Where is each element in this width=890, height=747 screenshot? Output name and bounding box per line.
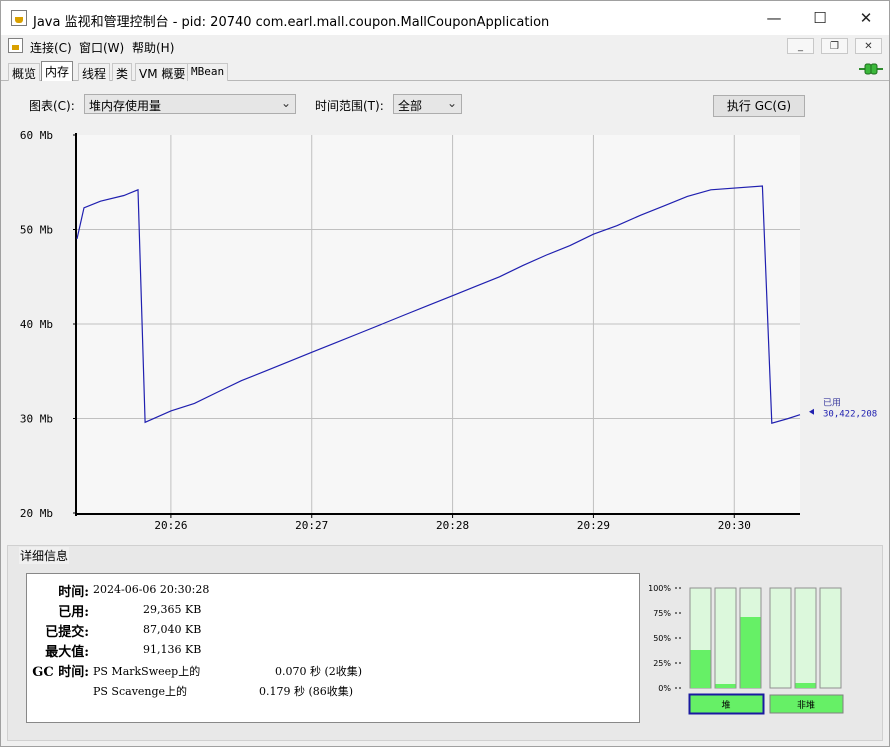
restore-icon: ❐ [830,40,839,52]
chevron-down-icon: ⌄ [280,96,291,110]
minimize-icon: _ [798,40,803,52]
committed-value: 87,040 KB [143,623,202,636]
heap-memory-chart: 20 Mb 30 Mb 40 Mb 50 Mb 60 Mb 20:26 20:27 20:28… [20,129,877,532]
pool-y-tick-label: 0% [658,684,671,693]
legend-label: 已用 [823,398,841,409]
tab-bar: 概览 内存 线程 类 VM 概要 MBean [1,57,889,81]
inner-close-button[interactable]: ✕ [855,38,882,54]
x-tick-label: 20:26 [154,519,187,532]
connection-status-icon [859,63,883,75]
pool-y-tick-label: 50% [653,634,671,643]
x-tick-label: 20:29 [577,519,610,532]
gc-scavenge-value: 0.179 秒 (86收集) [259,685,354,698]
menu-connect[interactable]: 连接(C) [30,39,72,56]
heap-pool-bar-fill [715,684,736,688]
document-icon[interactable] [8,38,23,53]
java-cup-icon [11,10,27,26]
details-title: 详细信息 [19,547,70,564]
max-key: 最大值: [45,645,89,660]
window-title: Java 监视和管理控制台 - pid: 20740 com.earl.mall… [33,15,550,30]
committed-key: 已提交: [45,625,89,640]
chart-select-value: 堆内存使用量 [89,99,162,113]
max-value: 91,136 KB [143,643,202,656]
x-tick-label: 20:30 [718,519,751,532]
details-info-box: 时间: 2024-06-06 20:30:28 已用: 29,365 KB 已提… [26,573,640,723]
gc-scavenge-name: PS Scavenge上的 [93,685,188,698]
inner-restore-button[interactable]: ❐ [821,38,848,54]
pool-y-tick-label: 75% [653,609,671,618]
nonheap-pool-bar[interactable] [769,587,792,689]
minimize-button[interactable]: — [751,1,797,35]
close-button[interactable]: ✕ [843,1,889,35]
maximize-icon: ☐ [813,9,827,27]
y-tick-label: 60 Mb [20,129,53,142]
legend-value: 30,422,208 [823,410,877,420]
x-tick-label: 20:28 [436,519,469,532]
title-bar: Java 监视和管理控制台 - pid: 20740 com.earl.mall… [1,1,889,35]
menu-bar: 连接(C) 窗口(W) 帮助(H) _ ❐ ✕ [1,35,889,57]
time-range-label: 时间范围(T): [315,99,384,113]
menu-window[interactable]: 窗口(W) [79,39,124,56]
time-range-select[interactable]: 全部 ⌄ [393,94,462,114]
gc-marksweep-value: 0.070 秒 (2收集) [275,665,363,678]
gc-time-key: GC 时间: [32,665,89,680]
minimize-icon: — [766,9,782,27]
perform-gc-button[interactable]: 执行 GC(G) [713,95,805,117]
inner-minimize-button[interactable]: _ [787,38,814,54]
pool-y-tick-label: 25% [653,659,671,668]
nonheap-pool-bar[interactable] [819,587,842,689]
chart-select[interactable]: 堆内存使用量 ⌄ [84,94,296,114]
y-tick-label: 30 Mb [20,413,53,426]
x-tick-label: 20:27 [295,519,328,532]
nonheap-button-label: 非堆 [797,699,815,711]
y-tick-label: 20 Mb [20,507,53,520]
close-icon: ✕ [859,9,873,27]
tab-vm-summary[interactable]: VM 概要 [135,63,190,81]
time-range-value: 全部 [398,99,423,113]
pool-y-tick-label: 100% [648,584,671,593]
memory-pools-chart: 100% 75% 50% 25% 0% 堆 非堆 [648,584,844,715]
tab-memory[interactable]: 内存 [41,61,74,81]
maximize-button[interactable]: ☐ [797,1,843,35]
tab-mbean[interactable]: MBean [187,63,229,81]
heap-pool-bar[interactable] [714,587,737,689]
nonheap-pool-bar-fill [795,683,816,688]
tab-overview[interactable]: 概览 [8,63,41,81]
chart-controls: 图表(C): 堆内存使用量 ⌄ 时间范围(T): 全部 ⌄ 执行 GC(G) [1,81,889,127]
y-tick-label: 40 Mb [20,318,53,331]
app-window: Java 监视和管理控制台 - pid: 20740 com.earl.mall… [0,0,890,747]
heap-pool-bar-fill [690,650,711,688]
time-key: 时间: [58,585,89,600]
heap-button-label: 堆 [721,700,730,711]
tab-threads[interactable]: 线程 [78,63,111,81]
chevron-down-icon: ⌄ [446,96,457,110]
legend-marker [809,408,814,415]
chart-label: 图表(C): [29,99,75,113]
tab-classes[interactable]: 类 [112,63,133,81]
used-key: 已用: [58,605,89,620]
heap-pool-bar-fill [740,617,761,688]
y-tick-label: 50 Mb [20,224,53,237]
menu-help[interactable]: 帮助(H) [132,39,174,56]
gc-marksweep-name: PS MarkSweep上的 [93,665,201,678]
time-value: 2024-06-06 20:30:28 [93,583,210,596]
used-value: 29,365 KB [143,603,202,616]
nonheap-pool-bar[interactable] [794,587,817,689]
close-icon: ✕ [864,40,873,52]
